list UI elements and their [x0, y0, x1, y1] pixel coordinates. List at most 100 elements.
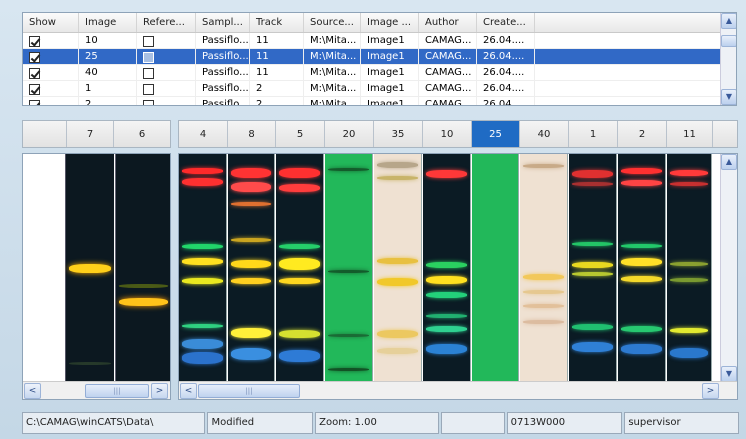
show-checkbox[interactable] — [29, 36, 40, 47]
sample-lane-label[interactable]: 2 — [618, 121, 667, 147]
show-checkbox[interactable] — [29, 68, 40, 79]
reference-horizontal-scrollbar[interactable]: < ||| > — [23, 381, 170, 399]
sample-lane-label[interactable]: 20 — [325, 121, 374, 147]
scroll-left-icon[interactable]: < — [24, 383, 41, 399]
sample-lane-label[interactable]: 1 — [569, 121, 618, 147]
band — [278, 184, 321, 192]
band — [571, 342, 614, 352]
band — [230, 238, 272, 242]
scroll-down-icon[interactable]: ▼ — [721, 89, 736, 105]
band — [522, 320, 565, 324]
show-checkbox[interactable] — [29, 84, 40, 95]
column-header[interactable]: Refere... — [137, 13, 196, 32]
lane-1[interactable] — [569, 154, 617, 382]
lane-11[interactable] — [667, 154, 712, 382]
column-header[interactable]: Author — [419, 13, 477, 32]
lane-25[interactable] — [472, 154, 519, 382]
scroll-right-icon[interactable]: > — [151, 383, 168, 399]
sample-lane-label[interactable]: 40 — [520, 121, 569, 147]
column-header[interactable]: Image — [79, 13, 137, 32]
sample-lane-label[interactable]: 35 — [374, 121, 423, 147]
sample-lane-label[interactable]: 10 — [423, 121, 472, 147]
sample-lane-label[interactable]: 8 — [228, 121, 276, 147]
column-header[interactable]: Source... — [304, 13, 361, 32]
table-row[interactable]: 1 Passiflo... 2 M:\Mita... Image1 CAMAG... 26.… — [23, 81, 736, 97]
ref-cell[interactable] — [137, 97, 196, 105]
show-cell[interactable] — [23, 81, 79, 96]
band — [376, 176, 419, 180]
band — [669, 328, 709, 333]
sample-lane-label[interactable]: 25 — [472, 121, 520, 147]
reference-checkbox[interactable] — [143, 68, 154, 79]
sample-cell: Passiflo... — [196, 49, 250, 64]
table-row[interactable]: 25 Passiflo... 11 M:\Mita... Image1 CAMAG... 2… — [23, 49, 736, 65]
show-cell[interactable] — [23, 97, 79, 105]
ref-cell[interactable] — [137, 49, 196, 64]
ref-cell[interactable] — [137, 81, 196, 96]
scroll-up-icon[interactable]: ▲ — [721, 154, 737, 170]
scroll-left-icon[interactable]: < — [180, 383, 197, 399]
table-row[interactable]: 2 Passiflo... 2 M:\Mita... Image1 CAMAG... 26.… — [23, 97, 736, 105]
show-checkbox[interactable] — [29, 100, 40, 105]
lane-6[interactable] — [115, 154, 170, 382]
lane-7[interactable] — [65, 154, 114, 382]
scroll-thumb[interactable] — [721, 35, 736, 47]
reference-checkbox[interactable] — [143, 36, 154, 47]
reference-checkbox[interactable] — [143, 84, 154, 95]
reference-lane-label[interactable]: 7 — [67, 121, 114, 147]
show-cell[interactable] — [23, 33, 79, 48]
band — [522, 304, 565, 308]
column-header[interactable]: Sampl... — [196, 13, 250, 32]
status-state: Modified — [207, 412, 314, 434]
band — [181, 339, 224, 349]
table-vertical-scrollbar[interactable]: ▲ ▼ — [720, 13, 736, 105]
source-cell: M:\Mita... — [304, 97, 361, 105]
sample-lane-label[interactable]: 11 — [667, 121, 713, 147]
sample-vertical-scrollbar[interactable]: ▲ ▼ — [720, 154, 737, 382]
scroll-thumb[interactable]: ||| — [198, 384, 300, 398]
lane-4[interactable] — [179, 154, 227, 382]
show-cell[interactable] — [23, 49, 79, 64]
show-cell[interactable] — [23, 65, 79, 80]
table-row[interactable]: 40 Passiflo... 11 M:\Mita... Image1 CAMAG... 2… — [23, 65, 736, 81]
image-cell: 25 — [79, 49, 137, 64]
lane-2[interactable] — [618, 154, 666, 382]
lane-10[interactable] — [423, 154, 471, 382]
band — [278, 258, 321, 270]
ref-cell[interactable] — [137, 33, 196, 48]
lane-20[interactable] — [325, 154, 373, 382]
band — [425, 326, 468, 332]
scroll-down-icon[interactable]: ▼ — [721, 366, 737, 382]
column-header[interactable]: Track — [250, 13, 304, 32]
scroll-up-icon[interactable]: ▲ — [721, 13, 736, 29]
track-cell: 2 — [250, 81, 304, 96]
column-header[interactable]: Image ... — [361, 13, 419, 32]
lane-35[interactable] — [374, 154, 422, 382]
band — [522, 164, 565, 168]
sample-lane-label[interactable]: 5 — [276, 121, 325, 147]
images-table: Show Image Refere... Sampl... Track Source...… — [22, 12, 737, 106]
lane-8[interactable] — [228, 154, 275, 382]
sample-lane-label[interactable]: 4 — [179, 121, 228, 147]
sample-cell: Passiflo... — [196, 97, 250, 105]
column-header[interactable]: Show — [23, 13, 79, 32]
table-row[interactable]: 10 Passiflo... 11 M:\Mita... Image1 CAMAG... 2… — [23, 33, 736, 49]
column-header[interactable]: Create... — [477, 13, 535, 32]
scroll-right-icon[interactable]: > — [702, 383, 719, 399]
sample-horizontal-scrollbar[interactable]: < ||| > — [179, 381, 737, 399]
lane-5[interactable] — [276, 154, 324, 382]
reference-checkbox[interactable] — [143, 52, 154, 63]
band — [669, 348, 709, 358]
band — [327, 270, 370, 273]
reference-lane-label[interactable]: 6 — [114, 121, 170, 147]
lane-40[interactable] — [520, 154, 568, 382]
track-cell: 11 — [250, 33, 304, 48]
band — [669, 170, 709, 176]
band — [425, 292, 468, 298]
scroll-thumb[interactable]: ||| — [85, 384, 149, 398]
show-checkbox[interactable] — [29, 52, 40, 63]
band — [669, 278, 709, 282]
ref-cell[interactable] — [137, 65, 196, 80]
imagename-cell: Image1 — [361, 49, 419, 64]
reference-checkbox[interactable] — [143, 100, 154, 105]
